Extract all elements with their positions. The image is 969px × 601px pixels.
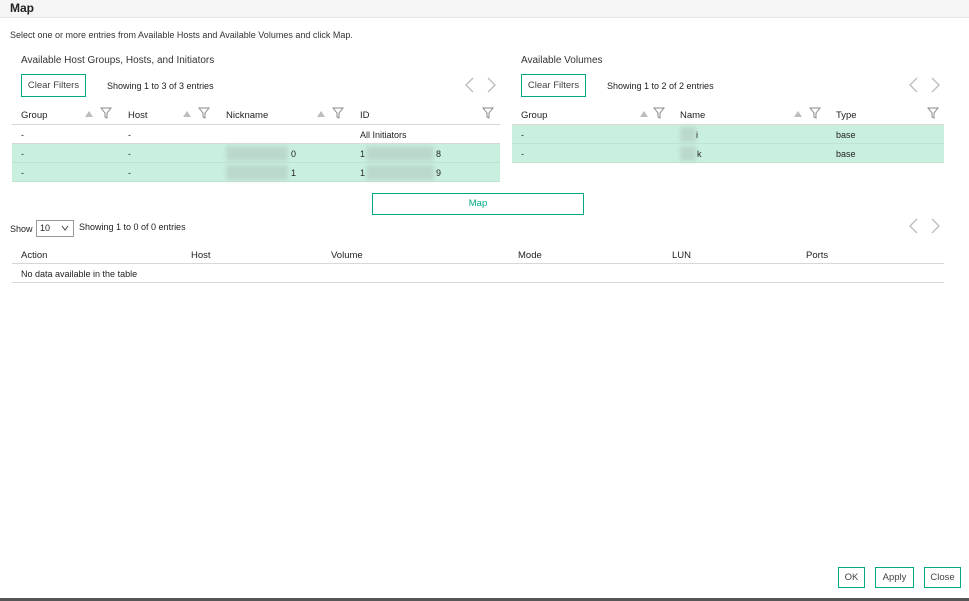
col-host[interactable]: Host <box>191 250 211 261</box>
chevron-down-icon <box>61 225 69 231</box>
sort-up-icon[interactable] <box>316 110 326 118</box>
empty-message: No data available in the table <box>21 269 138 279</box>
page-size-select[interactable]: 10 <box>36 220 74 237</box>
hosts-table-header: Group Host Nickname ID <box>12 103 500 125</box>
col-lun[interactable]: LUN <box>672 250 691 261</box>
cell-host: - <box>128 168 131 178</box>
redacted-name <box>680 146 696 161</box>
hosts-panel-title: Available Host Groups, Hosts, and Initia… <box>21 55 215 66</box>
chevron-left-icon[interactable] <box>463 77 477 93</box>
sort-up-icon[interactable] <box>793 110 803 118</box>
col-id[interactable]: ID <box>360 110 370 121</box>
redacted-nickname <box>226 165 288 180</box>
filter-icon[interactable] <box>198 107 210 119</box>
cell-group: - <box>521 130 524 140</box>
col-nickname[interactable]: Nickname <box>226 110 268 121</box>
cell-group: - <box>21 168 24 178</box>
cell-name: i <box>696 130 698 140</box>
col-volume[interactable]: Volume <box>331 250 363 261</box>
cell-group: - <box>521 149 524 159</box>
filter-icon[interactable] <box>927 107 939 119</box>
hosts-clear-filters-button[interactable]: Clear Filters <box>21 74 86 97</box>
cell-id: All Initiators <box>360 130 407 140</box>
filter-icon[interactable] <box>332 107 344 119</box>
cell-group: - <box>21 130 24 140</box>
cell-group: - <box>21 149 24 159</box>
sort-up-icon[interactable] <box>639 110 649 118</box>
col-host[interactable]: Host <box>128 110 148 121</box>
cell-type: base <box>836 149 856 159</box>
volumes-panel-title: Available Volumes <box>521 55 603 66</box>
chevron-left-icon[interactable] <box>907 77 921 93</box>
dialog-title: Map <box>10 1 34 15</box>
cell-id: 9 <box>436 168 442 178</box>
volumes-table: Group Name Type - i base - k base <box>512 103 944 164</box>
table-row[interactable]: - - All Initiators <box>12 125 500 144</box>
filter-icon[interactable] <box>100 107 112 119</box>
close-button[interactable]: Close <box>924 567 961 588</box>
filter-icon[interactable] <box>482 107 494 119</box>
chevron-left-icon[interactable] <box>907 218 921 234</box>
mappings-table-header: Action Host Volume Mode LUN Ports <box>12 245 944 264</box>
hosts-showing-count: Showing 1 to 3 of 3 entries <box>107 81 214 91</box>
col-type[interactable]: Type <box>836 110 857 121</box>
table-row[interactable]: - - 1 1 9 <box>12 163 500 182</box>
cell-id-prefix: 1 <box>360 149 366 159</box>
chevron-right-icon[interactable] <box>928 77 942 93</box>
cell-nickname: 0 <box>291 149 297 159</box>
redacted-id <box>366 165 434 180</box>
instruction-text: Select one or more entries from Availabl… <box>10 30 353 40</box>
cell-id: 8 <box>436 149 442 159</box>
filter-icon[interactable] <box>653 107 665 119</box>
volumes-showing-count: Showing 1 to 2 of 2 entries <box>607 81 714 91</box>
page-size-value: 10 <box>40 223 51 233</box>
volumes-clear-filters-button[interactable]: Clear Filters <box>521 74 586 97</box>
mappings-showing-count: Showing 1 to 0 of 0 entries <box>79 222 186 232</box>
cell-nickname: 1 <box>291 168 297 178</box>
chevron-right-icon[interactable] <box>928 218 942 234</box>
cell-type: base <box>836 130 856 140</box>
cell-host: - <box>128 130 131 140</box>
volumes-table-header: Group Name Type <box>512 103 944 125</box>
col-action[interactable]: Action <box>21 250 47 261</box>
ok-button[interactable]: OK <box>838 567 865 588</box>
map-button[interactable]: Map <box>372 193 584 215</box>
cell-id-prefix: 1 <box>360 168 366 178</box>
dialog-titlebar: Map <box>0 0 969 18</box>
sort-up-icon[interactable] <box>182 110 192 118</box>
chevron-right-icon[interactable] <box>484 77 498 93</box>
cell-name: k <box>697 149 702 159</box>
sort-up-icon[interactable] <box>84 110 94 118</box>
redacted-name <box>680 127 696 142</box>
col-ports[interactable]: Ports <box>806 250 828 261</box>
apply-button[interactable]: Apply <box>875 567 914 588</box>
show-label: Show <box>10 224 33 234</box>
table-row[interactable]: - i base <box>512 125 944 144</box>
mappings-empty-row: No data available in the table <box>12 264 944 283</box>
redacted-id <box>366 146 434 161</box>
redacted-nickname <box>226 146 288 161</box>
col-name[interactable]: Name <box>680 110 705 121</box>
hosts-table: Group Host Nickname ID - - All Initiator… <box>12 103 500 183</box>
col-group[interactable]: Group <box>21 110 47 121</box>
col-mode[interactable]: Mode <box>518 250 542 261</box>
col-group[interactable]: Group <box>521 110 547 121</box>
table-row[interactable]: - k base <box>512 144 944 163</box>
filter-icon[interactable] <box>809 107 821 119</box>
table-row[interactable]: - - 0 1 8 <box>12 144 500 163</box>
cell-host: - <box>128 149 131 159</box>
